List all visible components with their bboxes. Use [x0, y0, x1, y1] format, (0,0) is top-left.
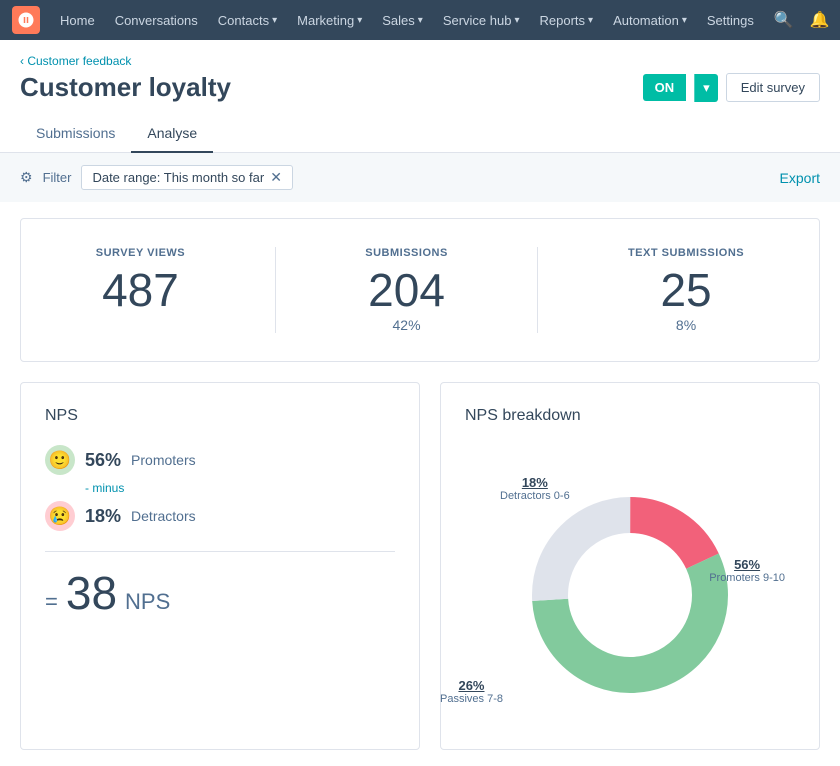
donut-chart — [520, 485, 740, 705]
main-content: SURVEY VIEWS 487 SUBMISSIONS 204 42% TEX… — [0, 202, 840, 766]
stat-text-submissions: TEXT SUBMISSIONS 25 8% — [628, 247, 744, 333]
nps-label: NPS — [125, 589, 170, 615]
passives-label: 26% Passives 7-8 — [440, 678, 503, 705]
nps-card-title: NPS — [45, 407, 395, 425]
stat-text-submissions-sub: 8% — [628, 317, 744, 333]
promoter-percent: 56% — [85, 450, 121, 471]
page-title: Customer loyalty — [20, 72, 231, 103]
passives-pct: 26% — [440, 678, 503, 693]
nps-breakdown-card: NPS breakdown — [440, 382, 820, 750]
nav-contacts[interactable]: Contacts▾ — [210, 0, 285, 40]
filter-icon[interactable]: ⚙ — [20, 169, 33, 186]
stat-submissions-label: SUBMISSIONS — [365, 247, 448, 259]
stat-submissions-sub: 42% — [365, 317, 448, 333]
nav-reports[interactable]: Reports▾ — [532, 0, 602, 40]
filter-label[interactable]: Filter — [43, 170, 72, 185]
page-content: Customer feedback Customer loyalty ON ▾ … — [0, 40, 840, 766]
promoter-label: Promoters — [131, 452, 196, 468]
nps-minus-row: - minus — [85, 481, 395, 495]
stat-submissions-value: 204 — [365, 267, 448, 313]
tab-analyse[interactable]: Analyse — [131, 115, 213, 153]
promoters-desc: Promoters 9-10 — [709, 572, 785, 584]
page-header: Customer loyalty ON ▾ Edit survey — [0, 68, 840, 103]
filter-tag-close-icon[interactable]: ✕ — [270, 169, 282, 186]
nps-score: 38 — [66, 566, 117, 620]
detractor-emoji: 😢 — [45, 501, 75, 531]
stat-survey-views: SURVEY VIEWS 487 — [96, 247, 185, 313]
nav-service-hub[interactable]: Service hub▾ — [435, 0, 528, 40]
filter-tag-text: Date range: This month so far — [92, 170, 264, 185]
nav-marketing[interactable]: Marketing▾ — [289, 0, 370, 40]
top-navigation: Home Conversations Contacts▾ Marketing▾ … — [0, 0, 840, 40]
edit-survey-button[interactable]: Edit survey — [726, 73, 820, 102]
filter-tag[interactable]: Date range: This month so far ✕ — [81, 165, 292, 190]
tabs-bar: Submissions Analyse — [0, 115, 840, 153]
notifications-icon[interactable]: 🔔 — [806, 6, 834, 34]
stat-submissions: SUBMISSIONS 204 42% — [365, 247, 448, 333]
detractor-label: Detractors — [131, 508, 196, 524]
nav-automation[interactable]: Automation▾ — [605, 0, 695, 40]
nps-promoter-row: 🙂 56% Promoters — [45, 445, 395, 475]
detractors-pct: 18% — [500, 475, 570, 490]
nps-divider — [45, 551, 395, 552]
toggle-on-button[interactable]: ON — [643, 74, 687, 101]
nav-settings[interactable]: Settings — [699, 0, 762, 40]
export-button[interactable]: Export — [780, 170, 820, 186]
stats-card: SURVEY VIEWS 487 SUBMISSIONS 204 42% TEX… — [20, 218, 820, 362]
toggle-dropdown-button[interactable]: ▾ — [694, 74, 718, 102]
header-actions: ON ▾ Edit survey — [643, 73, 820, 102]
donut-chart-container: 18% Detractors 0-6 26% Passives 7-8 56% … — [465, 445, 795, 725]
promoters-label: 56% Promoters 9-10 — [709, 557, 785, 584]
detractors-desc: Detractors 0-6 — [500, 490, 570, 502]
nav-conversations[interactable]: Conversations — [107, 0, 206, 40]
nps-card: NPS 🙂 56% Promoters - minus 😢 18% Detrac… — [20, 382, 420, 750]
breadcrumb: Customer feedback — [0, 40, 840, 68]
stat-divider-1 — [275, 247, 276, 333]
detractor-percent: 18% — [85, 506, 121, 527]
promoter-emoji: 🙂 — [45, 445, 75, 475]
detractors-label: 18% Detractors 0-6 — [500, 475, 570, 502]
filter-bar: ⚙ Filter Date range: This month so far ✕… — [0, 153, 840, 202]
nps-breakdown-title: NPS breakdown — [465, 407, 795, 425]
nps-equals-sign: = — [45, 589, 58, 615]
stat-divider-2 — [537, 247, 538, 333]
nps-total: = 38 NPS — [45, 566, 395, 620]
stat-text-submissions-label: TEXT SUBMISSIONS — [628, 247, 744, 259]
stat-survey-views-value: 487 — [96, 267, 185, 313]
nps-rows: 🙂 56% Promoters - minus 😢 18% Detractors — [45, 445, 395, 531]
stat-text-submissions-value: 25 — [628, 267, 744, 313]
filter-left: ⚙ Filter Date range: This month so far ✕ — [20, 165, 293, 190]
passives-desc: Passives 7-8 — [440, 693, 503, 705]
nps-detractor-row: 😢 18% Detractors — [45, 501, 395, 531]
nav-home[interactable]: Home — [52, 0, 103, 40]
breadcrumb-link[interactable]: Customer feedback — [20, 54, 131, 68]
nav-sales[interactable]: Sales▾ — [374, 0, 431, 40]
hubspot-logo[interactable] — [12, 6, 40, 34]
bottom-row: NPS 🙂 56% Promoters - minus 😢 18% Detrac… — [20, 382, 820, 750]
minus-text: - minus — [85, 481, 124, 495]
tab-submissions[interactable]: Submissions — [20, 115, 131, 153]
search-icon[interactable]: 🔍 — [770, 6, 798, 34]
stat-survey-views-label: SURVEY VIEWS — [96, 247, 185, 259]
promoters-pct: 56% — [709, 557, 785, 572]
